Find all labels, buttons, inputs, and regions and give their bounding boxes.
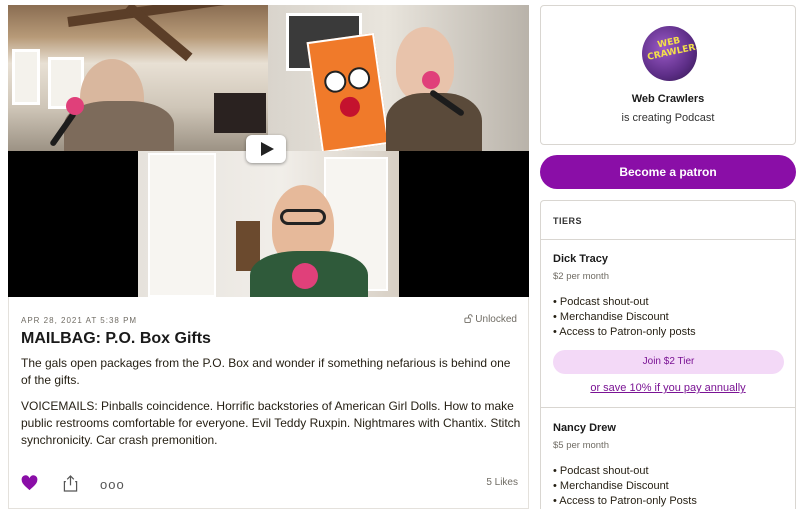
- post-title[interactable]: MAILBAG: P.O. Box Gifts: [21, 330, 211, 348]
- box-eye: [322, 69, 348, 95]
- heart-icon[interactable]: [21, 475, 38, 491]
- unlock-icon: [463, 314, 473, 323]
- become-patron-button[interactable]: Become a patron: [540, 155, 796, 189]
- door: [148, 153, 216, 297]
- divider: [541, 407, 795, 408]
- creator-logo-text: WEB CRAWLERS: [646, 35, 697, 63]
- box-mouth: [338, 95, 362, 119]
- microphone: [422, 71, 440, 89]
- video-tile-right: [268, 5, 529, 151]
- microphone: [292, 263, 318, 289]
- tiers-panel: TIERS Dick Tracy $2 per month • Podcast …: [540, 200, 796, 509]
- tier-price: $5 per month: [553, 440, 609, 451]
- tier-benefit: • Podcast shout-out: [553, 465, 649, 477]
- tier-benefit: • Access to Patron-only posts: [553, 326, 696, 338]
- window: [12, 49, 40, 105]
- post-card: APR 28, 2021 AT 5:38 PM Unlocked MAILBAG…: [8, 297, 529, 509]
- tier-price: $2 per month: [553, 271, 609, 282]
- person-right-body: [386, 93, 482, 151]
- tier-name: Nancy Drew: [553, 422, 616, 434]
- tier-benefit: • Merchandise Discount: [553, 311, 669, 323]
- video-tile-left: [8, 5, 268, 151]
- post-actions: ooo 5 Likes: [21, 475, 518, 495]
- microphone: [66, 97, 84, 115]
- tier-name: Dick Tracy: [553, 253, 609, 265]
- share-icon[interactable]: [63, 475, 78, 492]
- video-tile-bottom: [138, 151, 399, 297]
- creator-name[interactable]: Web Crawlers: [541, 93, 795, 105]
- join-tier-button[interactable]: Join $2 Tier: [553, 350, 784, 374]
- post-voicemails: VOICEMAILS: Pinballs coincidence. Horrif…: [21, 399, 521, 447]
- divider: [541, 239, 795, 240]
- creator-subtitle: is creating Podcast: [621, 112, 715, 124]
- tier-benefit: • Access to Patron-only Posts: [553, 495, 697, 507]
- glasses: [280, 209, 326, 225]
- post-description: The gals open packages from the P.O. Box…: [21, 356, 511, 387]
- post-date: APR 28, 2021 AT 5:38 PM: [21, 316, 138, 325]
- play-button[interactable]: [246, 135, 286, 163]
- tier-benefit: • Merchandise Discount: [553, 480, 669, 492]
- more-icon[interactable]: ooo: [100, 478, 125, 491]
- person-right-face: [396, 27, 454, 101]
- unlocked-badge: Unlocked: [463, 314, 517, 325]
- tiers-header: TIERS: [553, 216, 583, 226]
- video-player[interactable]: [8, 5, 529, 297]
- piano: [214, 93, 266, 133]
- creator-card: WEB CRAWLERS Web Crawlers is creating Po…: [540, 5, 796, 145]
- likes-count[interactable]: 5 Likes: [486, 477, 518, 488]
- save-annually-link[interactable]: or save 10% if you pay annually: [541, 382, 795, 394]
- unlocked-label: Unlocked: [475, 314, 517, 325]
- box-eye: [346, 65, 372, 91]
- cereal-box: [306, 32, 390, 151]
- creator-logo[interactable]: WEB CRAWLERS: [642, 26, 697, 81]
- ceiling-beam: [67, 5, 267, 27]
- tier-benefit: • Podcast shout-out: [553, 296, 649, 308]
